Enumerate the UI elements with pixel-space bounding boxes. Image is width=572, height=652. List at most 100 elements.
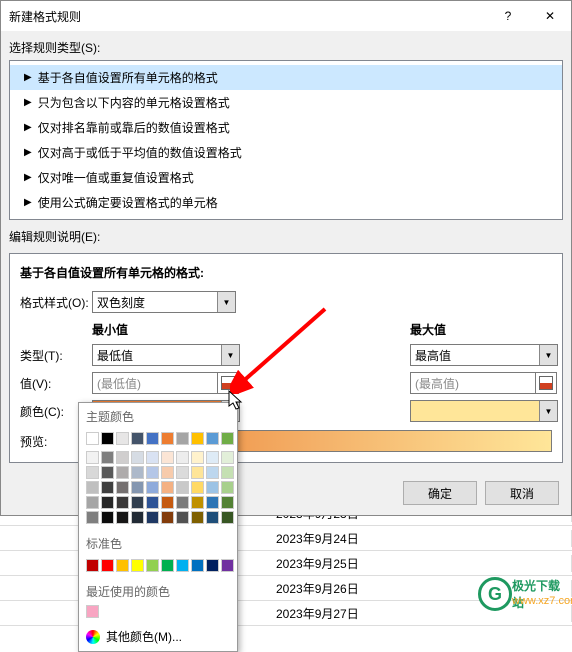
color-cell[interactable] [221, 451, 234, 464]
color-cell[interactable] [176, 511, 189, 524]
recent-color-cell[interactable] [86, 605, 99, 618]
rule-type-item[interactable]: ▶基于各自值设置所有单元格的格式 [10, 65, 562, 90]
help-button[interactable]: ? [487, 1, 529, 31]
ok-button[interactable]: 确定 [403, 481, 477, 505]
color-cell[interactable] [131, 496, 144, 509]
rule-type-item[interactable]: ▶只为包含以下内容的单元格设置格式 [10, 90, 562, 115]
frame-heading: 基于各自值设置所有单元格的格式: [20, 264, 552, 281]
min-header: 最小值 [92, 321, 240, 338]
color-cell[interactable] [191, 432, 204, 445]
color-swatch [411, 401, 539, 421]
rule-type-item[interactable]: ▶使用公式确定要设置格式的单元格 [10, 190, 562, 215]
color-cell[interactable] [161, 481, 174, 494]
color-cell[interactable] [116, 481, 129, 494]
color-cell[interactable] [206, 432, 219, 445]
value-min-input[interactable]: (最低值) [92, 372, 218, 394]
cancel-button[interactable]: 取消 [485, 481, 559, 505]
color-cell[interactable] [221, 496, 234, 509]
color-cell[interactable] [86, 466, 99, 479]
color-cell[interactable] [101, 496, 114, 509]
color-cell[interactable] [161, 432, 174, 445]
color-cell[interactable] [146, 559, 159, 572]
color-cell[interactable] [116, 451, 129, 464]
color-cell[interactable] [131, 481, 144, 494]
color-cell[interactable] [131, 451, 144, 464]
color-cell[interactable] [116, 496, 129, 509]
color-cell[interactable] [206, 466, 219, 479]
color-cell[interactable] [116, 432, 129, 445]
color-cell[interactable] [116, 559, 129, 572]
color-cell[interactable] [176, 496, 189, 509]
color-cell[interactable] [191, 496, 204, 509]
color-cell[interactable] [146, 432, 159, 445]
color-cell[interactable] [221, 481, 234, 494]
close-button[interactable]: ✕ [529, 1, 571, 31]
color-cell[interactable] [176, 466, 189, 479]
format-style-label: 格式样式(O): [20, 294, 92, 311]
color-cell[interactable] [101, 481, 114, 494]
color-cell[interactable] [146, 496, 159, 509]
color-cell[interactable] [206, 451, 219, 464]
color-cell[interactable] [131, 432, 144, 445]
color-cell[interactable] [206, 481, 219, 494]
color-cell[interactable] [176, 432, 189, 445]
type-max-dropdown[interactable]: 最高值▼ [410, 344, 558, 366]
color-cell[interactable] [191, 559, 204, 572]
color-cell[interactable] [161, 511, 174, 524]
color-cell[interactable] [221, 559, 234, 572]
color-cell[interactable] [101, 451, 114, 464]
color-cell[interactable] [146, 466, 159, 479]
color-cell[interactable] [221, 511, 234, 524]
chevron-down-icon: ▼ [217, 292, 235, 312]
color-cell[interactable] [206, 559, 219, 572]
color-cell[interactable] [191, 511, 204, 524]
color-cell[interactable] [206, 496, 219, 509]
ref-icon [539, 376, 553, 390]
type-min-dropdown[interactable]: 最低值▼ [92, 344, 240, 366]
color-cell[interactable] [146, 481, 159, 494]
color-cell[interactable] [161, 466, 174, 479]
color-cell[interactable] [161, 559, 174, 572]
color-cell[interactable] [86, 432, 99, 445]
color-picker-popup: 主题颜色 标准色 最近使用的颜色 其他颜色(M)... [78, 402, 238, 652]
color-cell[interactable] [86, 511, 99, 524]
color-cell[interactable] [131, 559, 144, 572]
color-cell[interactable] [191, 466, 204, 479]
color-cell[interactable] [86, 559, 99, 572]
color-cell[interactable] [191, 451, 204, 464]
color-cell[interactable] [161, 496, 174, 509]
more-colors-button[interactable]: 其他颜色(M)... [79, 622, 237, 651]
rule-type-item[interactable]: ▶仅对高于或低于平均值的数值设置格式 [10, 140, 562, 165]
color-cell[interactable] [101, 432, 114, 445]
logo-url: www.xz7.com [512, 595, 572, 607]
color-cell[interactable] [131, 511, 144, 524]
color-cell[interactable] [86, 451, 99, 464]
color-cell[interactable] [221, 432, 234, 445]
color-max-dropdown[interactable]: ▼ [410, 400, 558, 422]
color-cell[interactable] [176, 481, 189, 494]
color-cell[interactable] [161, 451, 174, 464]
ref-select-button[interactable] [535, 372, 557, 394]
color-cell[interactable] [86, 481, 99, 494]
color-cell[interactable] [101, 511, 114, 524]
color-cell[interactable] [131, 466, 144, 479]
rule-type-item[interactable]: ▶仅对唯一值或重复值设置格式 [10, 165, 562, 190]
ref-select-button[interactable] [217, 372, 239, 394]
color-cell[interactable] [101, 559, 114, 572]
color-cell[interactable] [101, 466, 114, 479]
color-cell[interactable] [146, 451, 159, 464]
rule-type-list[interactable]: ▶基于各自值设置所有单元格的格式 ▶只为包含以下内容的单元格设置格式 ▶仅对排名… [9, 60, 563, 220]
color-cell[interactable] [176, 559, 189, 572]
color-cell[interactable] [146, 511, 159, 524]
color-cell[interactable] [116, 511, 129, 524]
color-cell[interactable] [206, 511, 219, 524]
color-cell[interactable] [221, 466, 234, 479]
arrow-right-icon: ▶ [24, 72, 32, 83]
format-style-dropdown[interactable]: 双色刻度 ▼ [92, 291, 236, 313]
value-max-input[interactable]: (最高值) [410, 372, 536, 394]
color-cell[interactable] [116, 466, 129, 479]
color-cell[interactable] [86, 496, 99, 509]
color-cell[interactable] [176, 451, 189, 464]
color-cell[interactable] [191, 481, 204, 494]
rule-type-item[interactable]: ▶仅对排名靠前或靠后的数值设置格式 [10, 115, 562, 140]
